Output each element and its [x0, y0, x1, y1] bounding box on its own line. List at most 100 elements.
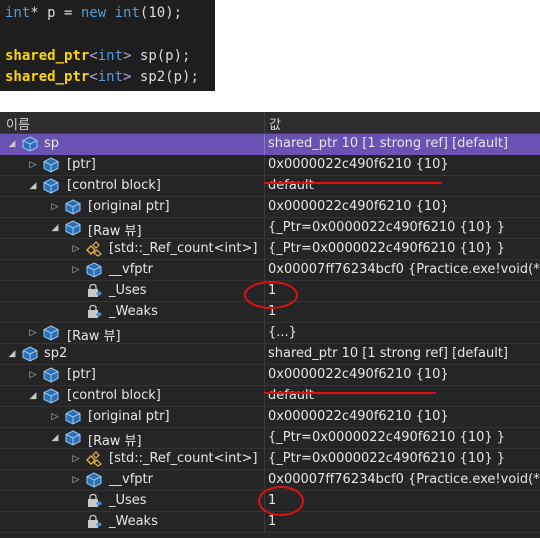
collapse-arrow-icon[interactable]: ◢	[49, 428, 61, 448]
column-header-value[interactable]: 값	[269, 114, 281, 133]
watch-row-value[interactable]: 0x0000022c490f6210 {10}	[268, 199, 449, 214]
object-icon	[42, 367, 60, 383]
watch-row-value[interactable]: 0x0000022c490f6210 {10}	[268, 409, 449, 424]
watch-row-name: [std::_Ref_count<int>]	[109, 451, 258, 466]
annotation-underline	[264, 182, 442, 184]
code-text: (10);	[139, 5, 183, 21]
watch-row-value[interactable]: shared_ptr 10 [1 strong ref] [default]	[268, 346, 508, 361]
watch-row-value[interactable]: 0x0000022c490f6210 {10}	[268, 367, 449, 382]
code-text: <	[89, 48, 98, 64]
keyword: int	[114, 5, 140, 21]
column-divider	[264, 197, 265, 218]
watch-row-name: [ptr]	[67, 367, 96, 382]
private-field-icon	[85, 304, 103, 320]
watch-row[interactable]: ▷ [Raw 뷰] {...}	[0, 323, 540, 344]
watch-row-value[interactable]: 0x00007ff76234bcf0 {Practice.exe!void(* …	[268, 472, 540, 487]
watch-row-name: [original ptr]	[88, 199, 170, 214]
column-divider	[264, 365, 265, 386]
watch-row-value[interactable]: default	[268, 388, 314, 403]
object-icon	[42, 388, 60, 404]
watch-row-name: _Uses	[109, 493, 147, 508]
expand-arrow-icon[interactable]: ▷	[49, 407, 61, 427]
watch-header: 이름 값	[0, 112, 540, 134]
watch-row-name: sp	[44, 136, 60, 151]
watch-row[interactable]: ▷ [original ptr] 0x0000022c490f6210 {10}	[0, 197, 540, 218]
expand-arrow-icon[interactable]: ▷	[27, 155, 39, 175]
watch-row-value[interactable]: {_Ptr=0x0000022c490f6210 {10} }	[268, 430, 505, 445]
watch-row[interactable]: ◢ sp shared_ptr 10 [1 strong ref] [default…	[0, 134, 540, 155]
object-icon	[64, 430, 82, 446]
column-divider	[264, 176, 265, 197]
watch-row[interactable]: ▷ [std::_Ref_count<int>] {_Ptr=0x0000022c4…	[0, 449, 540, 470]
keyword: int	[5, 5, 31, 21]
object-icon	[21, 136, 39, 152]
annotation-circle	[244, 281, 298, 309]
watch-row[interactable]: _Weaks 1	[0, 512, 540, 533]
column-divider	[264, 428, 265, 449]
expand-arrow-icon[interactable]: ▷	[49, 197, 61, 217]
watch-row-value[interactable]: shared_ptr 10 [1 strong ref] [default]	[268, 136, 508, 151]
code-line-3: shared_ptr<int> sp2(p);	[5, 67, 199, 87]
watch-row-value[interactable]: 1	[268, 514, 276, 529]
object-icon	[85, 472, 103, 488]
watch-row-name: __vfptr	[109, 262, 153, 277]
watch-row[interactable]: ▷ [ptr] 0x0000022c490f6210 {10}	[0, 365, 540, 386]
collapse-arrow-icon[interactable]: ◢	[6, 344, 18, 364]
column-divider[interactable]	[264, 112, 265, 133]
watch-row[interactable]: ◢ [control block] default	[0, 386, 540, 407]
collapse-arrow-icon[interactable]: ◢	[27, 176, 39, 196]
keyword: int	[97, 69, 124, 85]
watch-row[interactable]: ◢ sp2 shared_ptr 10 [1 strong ref] [defaul…	[0, 344, 540, 365]
code-line-2: shared_ptr<int> sp(p);	[5, 46, 190, 66]
column-divider	[264, 470, 265, 491]
expand-arrow-icon[interactable]: ▷	[27, 323, 39, 343]
object-icon	[42, 325, 60, 341]
column-divider	[264, 386, 265, 407]
object-icon	[42, 178, 60, 194]
watch-row-value[interactable]: 0x0000022c490f6210 {10}	[268, 157, 449, 172]
object-icon	[64, 199, 82, 215]
expand-arrow-icon[interactable]: ▷	[27, 365, 39, 385]
watch-row[interactable]: ▷ [original ptr] 0x0000022c490f6210 {10}	[0, 407, 540, 428]
annotation-circle	[258, 486, 304, 516]
watch-row[interactable]: ◢ [control block] default	[0, 176, 540, 197]
watch-row-name: sp2	[44, 346, 68, 361]
expand-arrow-icon[interactable]: ▷	[70, 449, 82, 469]
expand-arrow-icon[interactable]: ▷	[70, 239, 82, 259]
watch-row-name: [std::_Ref_count<int>]	[109, 241, 258, 256]
watch-row[interactable]: ▷ __vfptr 0x00007ff76234bcf0 {Practice.exe…	[0, 260, 540, 281]
watch-window: 이름 값 ◢ sp shared_ptr 10 [1 strong ref] [de…	[0, 112, 540, 538]
watch-row[interactable]: ◢ [Raw 뷰] {_Ptr=0x0000022c490f6210 {10} }	[0, 428, 540, 449]
watch-row-name: [ptr]	[67, 157, 96, 172]
watch-row-name: [original ptr]	[88, 409, 170, 424]
watch-row-name: _Weaks	[109, 514, 158, 529]
column-header-name[interactable]: 이름	[6, 114, 30, 133]
watch-row-value[interactable]: 0x00007ff76234bcf0 {Practice.exe!void(* …	[268, 262, 540, 277]
object-icon	[42, 157, 60, 173]
watch-row-name: [Raw 뷰]	[88, 224, 142, 239]
watch-row-name: [control block]	[67, 178, 161, 193]
column-divider	[264, 239, 265, 260]
watch-row[interactable]: ◢ [Raw 뷰] {_Ptr=0x0000022c490f6210 {10} }	[0, 218, 540, 239]
code-text: sp2(p);	[131, 69, 199, 85]
collapse-arrow-icon[interactable]: ◢	[6, 134, 18, 154]
watch-row[interactable]: ▷ [ptr] 0x0000022c490f6210 {10}	[0, 155, 540, 176]
watch-row-value[interactable]: {...}	[268, 325, 297, 340]
watch-row-value[interactable]: {_Ptr=0x0000022c490f6210 {10} }	[268, 220, 505, 235]
watch-row-value[interactable]: {_Ptr=0x0000022c490f6210 {10} }	[268, 451, 505, 466]
expand-arrow-icon[interactable]: ▷	[70, 260, 82, 280]
watch-row-value[interactable]: default	[268, 178, 314, 193]
base-class-icon	[85, 451, 103, 467]
collapse-arrow-icon[interactable]: ◢	[27, 386, 39, 406]
code-text: sp(p);	[131, 48, 191, 64]
private-field-icon	[85, 514, 103, 530]
column-divider	[264, 260, 265, 281]
expand-arrow-icon[interactable]: ▷	[70, 470, 82, 490]
collapse-arrow-icon[interactable]: ◢	[49, 218, 61, 238]
column-divider	[264, 323, 265, 344]
watch-row[interactable]: ▷ [std::_Ref_count<int>] {_Ptr=0x0000022c4…	[0, 239, 540, 260]
watch-row-value[interactable]: {_Ptr=0x0000022c490f6210 {10} }	[268, 241, 505, 256]
object-icon	[64, 409, 82, 425]
code-text: * p =	[30, 5, 81, 21]
watch-row-name: [control block]	[67, 388, 161, 403]
